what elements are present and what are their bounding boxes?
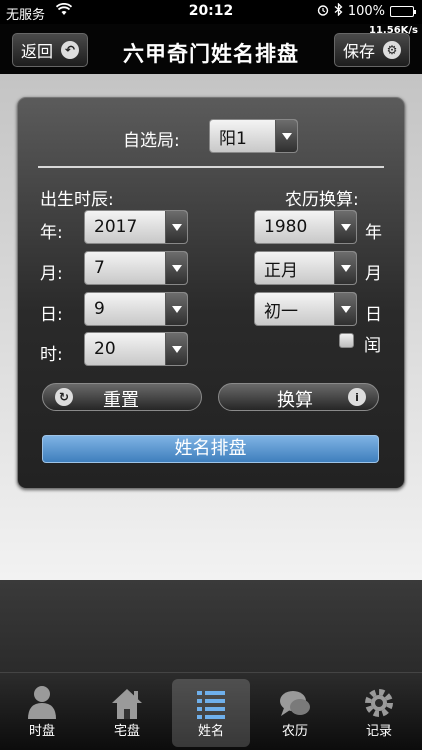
nav-bar: 11.56K/s 返回 ↶ 六甲奇门姓名排盘 保存 ⚙: [0, 24, 422, 74]
chevron-down-icon: [275, 120, 297, 152]
birth-time-label: 出生时辰:: [40, 190, 114, 210]
convert-button[interactable]: 换算 i: [218, 383, 379, 411]
self-select-value: 阳1: [219, 128, 247, 149]
tab-label: 姓名: [197, 724, 224, 739]
hour-label: 时:: [40, 345, 63, 365]
day-label: 日:: [40, 305, 63, 325]
chevron-down-icon: [334, 293, 356, 325]
reset-button[interactable]: ↻ 重置: [42, 383, 202, 411]
main-bottom-area: [0, 580, 422, 672]
chevron-down-icon: [165, 252, 187, 284]
chevron-down-icon: [165, 333, 187, 365]
tab-lunar[interactable]: 农历: [256, 679, 334, 747]
lunar-month-unit: 月: [365, 264, 382, 284]
day-value: 9: [94, 299, 105, 319]
convert-button-label: 换算: [277, 390, 313, 411]
tab-house-chart[interactable]: 宅盘: [88, 679, 166, 747]
tab-label: 时盘: [28, 724, 55, 739]
month-dropdown[interactable]: 7: [84, 251, 188, 285]
tab-bar: 时盘 宅盘 姓名 农历 记录: [0, 672, 422, 750]
lunar-day-unit: 日: [365, 305, 382, 325]
hour-value: 20: [94, 339, 116, 359]
tab-name-chart[interactable]: 姓名: [172, 679, 250, 747]
alarm-icon: [317, 4, 329, 20]
refresh-icon: ↻: [55, 388, 73, 406]
info-icon: i: [348, 388, 366, 406]
name-chart-button[interactable]: 姓名排盘: [42, 435, 379, 463]
chevron-down-icon: [334, 211, 356, 243]
battery-percent: 100%: [347, 4, 385, 19]
chevron-down-icon: [165, 211, 187, 243]
lunar-month-value: 正月: [264, 260, 298, 281]
save-button[interactable]: 保存 ⚙: [334, 33, 410, 67]
month-value: 7: [94, 258, 105, 278]
lunar-year-unit: 年: [365, 223, 382, 243]
lunar-month-dropdown[interactable]: 正月: [254, 251, 357, 285]
year-value: 2017: [94, 217, 138, 237]
tab-label: 宅盘: [113, 724, 140, 739]
lunar-convert-label: 农历换算:: [285, 190, 359, 210]
tab-records[interactable]: 记录: [340, 679, 418, 747]
tab-time-chart[interactable]: 时盘: [3, 679, 81, 747]
leap-month-checkbox[interactable]: [339, 333, 354, 348]
self-select-label: 自选局:: [123, 131, 180, 151]
year-dropdown[interactable]: 2017: [84, 210, 188, 244]
lunar-year-dropdown[interactable]: 1980: [254, 210, 357, 244]
day-dropdown[interactable]: 9: [84, 292, 188, 326]
status-bar: 无服务 20:12 100%: [0, 0, 422, 24]
gear-icon: ⚙: [383, 41, 401, 59]
lunar-year-value: 1980: [264, 217, 308, 237]
chevron-down-icon: [165, 293, 187, 325]
leap-month-label: 闰: [364, 336, 381, 356]
tab-label: 农历: [281, 724, 308, 739]
save-button-label: 保存: [343, 42, 376, 61]
divider: [38, 166, 384, 168]
year-label: 年:: [40, 223, 63, 243]
self-select-dropdown[interactable]: 阳1: [209, 119, 298, 153]
chevron-down-icon: [334, 252, 356, 284]
hour-dropdown[interactable]: 20: [84, 332, 188, 366]
lunar-day-dropdown[interactable]: 初一: [254, 292, 357, 326]
battery-icon: [390, 6, 416, 17]
month-label: 月:: [40, 264, 63, 284]
tab-label: 记录: [365, 724, 392, 739]
bluetooth-icon: [334, 2, 343, 20]
reset-button-label: 重置: [103, 390, 139, 411]
lunar-day-value: 初一: [264, 301, 298, 322]
